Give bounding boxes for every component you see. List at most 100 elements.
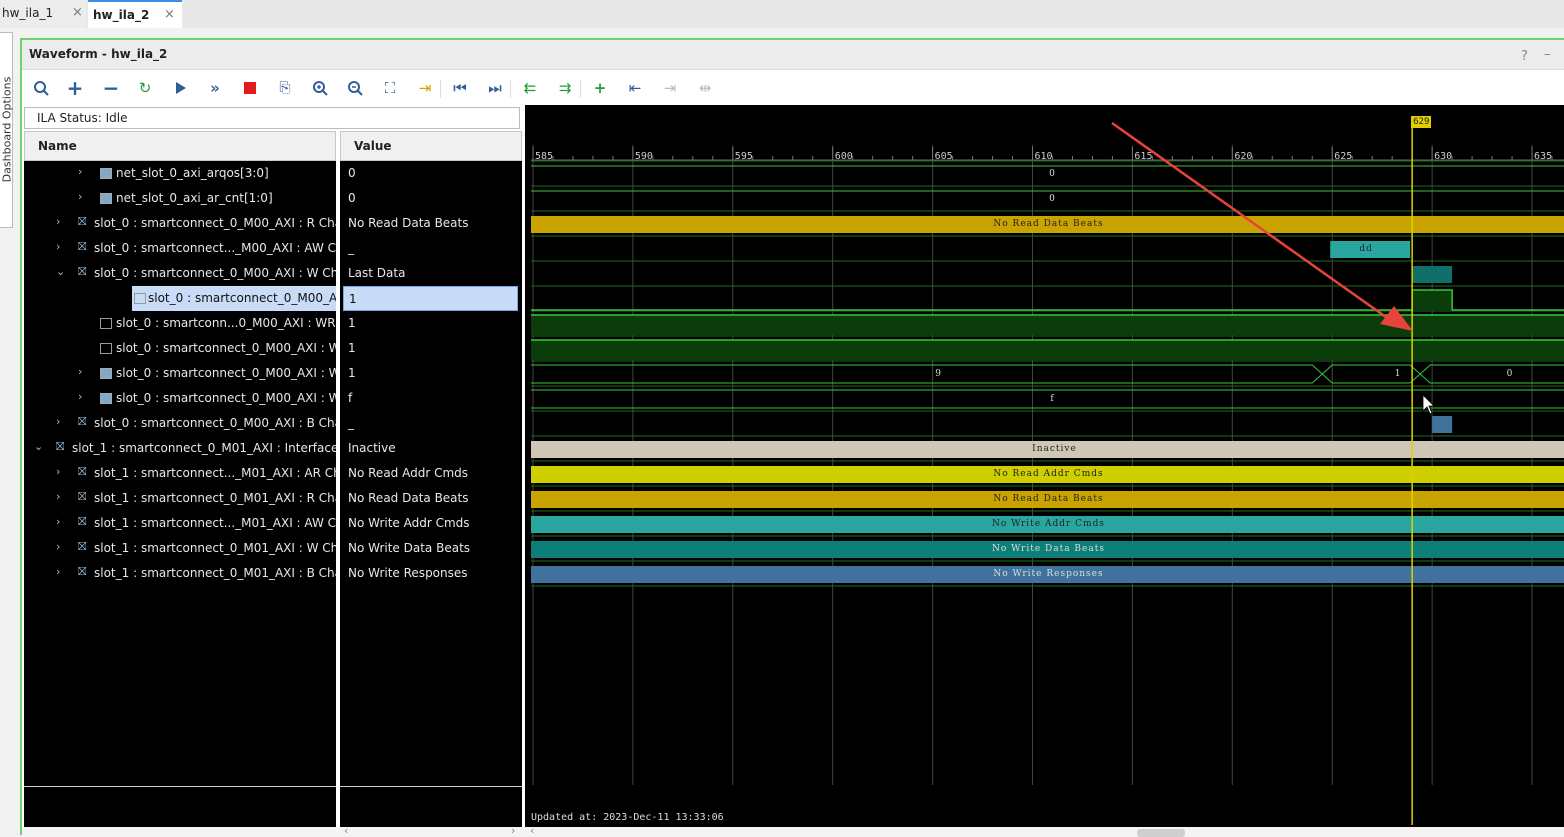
divider bbox=[24, 786, 336, 787]
expand-chevron-icon[interactable]: › bbox=[78, 365, 88, 378]
signal-row[interactable]: ⌄ ⛝ slot_0 : smartconnect_0_M00_AXI : W Ch… bbox=[24, 261, 336, 286]
search-icon[interactable] bbox=[30, 77, 52, 99]
value-row[interactable]: No Write Data Beats bbox=[340, 536, 522, 561]
time-tick-label: 615 bbox=[1134, 151, 1153, 162]
signal-row[interactable]: › ⛝ slot_1 : smartconnect..._M01_AXI : AW … bbox=[24, 511, 336, 536]
signal-row[interactable]: › ⛝ slot_1 : smartconnect_0_M01_AXI : B Ch… bbox=[24, 561, 336, 586]
minimize-icon[interactable]: – bbox=[1544, 47, 1551, 62]
next-transition-icon[interactable]: ⇉ bbox=[554, 77, 576, 99]
dashboard-options-tab[interactable]: Dashboard Options bbox=[0, 32, 14, 228]
wave-value-label: 0 bbox=[1049, 169, 1056, 179]
value-row[interactable]: 1 bbox=[340, 336, 522, 361]
signal-row[interactable]: › ⛝ slot_1 : smartconnect_0_M01_AXI : R Ch… bbox=[24, 486, 336, 511]
value-row[interactable]: 0 bbox=[340, 186, 522, 211]
waveform-canvas[interactable]: 585 590 595 600 605 610 615 620 625 630 635 629 0 0… bbox=[525, 105, 1564, 837]
expand-chevron-icon[interactable]: › bbox=[56, 465, 66, 478]
horizontal-scrollbar[interactable]: ‹ › ‹ bbox=[22, 824, 1564, 837]
signal-row[interactable]: › ⛝ slot_1 : smartconnect..._M01_AXI : AR … bbox=[24, 461, 336, 486]
tab-bar: hw_ila_1 × hw_ila_2 × bbox=[0, 0, 1564, 28]
signal-value: _ bbox=[348, 416, 354, 430]
signal-row[interactable]: › slot_0 : smartconnect_0_M00_AXI : WSTRB bbox=[24, 386, 336, 411]
previous-marker-icon[interactable]: ⇤ bbox=[624, 77, 646, 99]
name-column-header[interactable]: Name bbox=[24, 131, 336, 161]
scroll-left-icon[interactable]: ‹ bbox=[344, 824, 348, 837]
zoom-out-icon[interactable] bbox=[344, 77, 366, 99]
go-to-cursor-icon[interactable]: ⇥ bbox=[414, 77, 436, 99]
add-marker-icon[interactable]: + bbox=[589, 77, 611, 99]
run-immediate-icon[interactable]: » bbox=[204, 77, 226, 99]
value-column-header[interactable]: Value bbox=[340, 131, 522, 161]
wave-value-label: No Read Data Beats bbox=[993, 494, 1104, 504]
wave-value-label: dd bbox=[1359, 244, 1373, 254]
close-icon[interactable]: × bbox=[72, 0, 83, 26]
scroll-left-icon[interactable]: ‹ bbox=[530, 824, 534, 837]
wvalid-trace bbox=[531, 289, 1564, 311]
go-to-start-icon[interactable]: ⏮ bbox=[449, 77, 471, 99]
collapse-chevron-icon[interactable]: ⌄ bbox=[56, 265, 66, 278]
value-row[interactable]: No Write Addr Cmds bbox=[340, 511, 522, 536]
signal-row[interactable]: slot_0 : smartconn...0_M00_AXI : WREADY bbox=[24, 311, 336, 336]
expand-chevron-icon[interactable]: › bbox=[56, 515, 66, 528]
signal-value: 1 bbox=[348, 316, 356, 330]
value-row[interactable]: _ bbox=[340, 236, 522, 261]
expand-chevron-icon[interactable]: › bbox=[56, 490, 66, 503]
tab-hw-ila-1[interactable]: hw_ila_1 × bbox=[0, 0, 86, 28]
collapse-chevron-icon[interactable]: ⌄ bbox=[34, 440, 44, 453]
previous-transition-icon[interactable]: ⇇ bbox=[519, 77, 541, 99]
cursor-time-badge[interactable]: 629 bbox=[1411, 116, 1432, 128]
bus-icon bbox=[100, 368, 112, 379]
stop-icon[interactable] bbox=[239, 77, 261, 99]
add-icon[interactable]: + bbox=[64, 77, 86, 99]
signal-high-fill bbox=[531, 315, 1564, 335]
signal-row[interactable]: › ⛝ slot_1 : smartconnect_0_M01_AXI : W Ch… bbox=[24, 536, 336, 561]
run-icon[interactable] bbox=[169, 77, 191, 99]
wave-value-label: 0 bbox=[1049, 194, 1056, 204]
expand-chevron-icon[interactable]: › bbox=[56, 240, 66, 253]
signal-row[interactable]: slot_0 : smartconnect_0_M00_AXI : WLAST bbox=[24, 336, 336, 361]
expand-chevron-icon[interactable]: › bbox=[78, 165, 88, 178]
expand-chevron-icon[interactable]: › bbox=[56, 415, 66, 428]
tab-hw-ila-2[interactable]: hw_ila_2 × bbox=[88, 0, 182, 28]
zoom-fit-icon[interactable]: ⛶ bbox=[379, 77, 401, 99]
signal-row[interactable]: slot_0 : smartconnect_0_M00_AXI : WVALID bbox=[132, 286, 336, 311]
wave-value-label: No Read Data Beats bbox=[993, 219, 1104, 229]
signal-row[interactable]: › net_slot_0_axi_arqos[3:0] bbox=[24, 161, 336, 186]
scroll-right-icon[interactable]: › bbox=[511, 824, 515, 837]
wave-value-label: No Write Data Beats bbox=[992, 544, 1105, 554]
expand-chevron-icon[interactable]: › bbox=[56, 215, 66, 228]
go-to-end-icon[interactable]: ⏭ bbox=[484, 77, 506, 99]
close-icon[interactable]: × bbox=[164, 2, 175, 28]
wave-value-label: Inactive bbox=[1032, 444, 1077, 454]
signal-row[interactable]: ⌄ ⛝ slot_1 : smartconnect_0_M01_AXI : Inte… bbox=[24, 436, 336, 461]
value-row[interactable]: No Read Data Beats bbox=[340, 486, 522, 511]
expand-chevron-icon[interactable]: › bbox=[56, 565, 66, 578]
value-row[interactable]: 1 bbox=[340, 361, 522, 386]
value-row[interactable]: _ bbox=[340, 411, 522, 436]
refresh-icon[interactable]: ↻ bbox=[134, 77, 156, 99]
expand-chevron-icon[interactable]: › bbox=[56, 540, 66, 553]
value-row[interactable]: 1 bbox=[343, 286, 518, 311]
value-row[interactable]: 0 bbox=[340, 161, 522, 186]
signal-row[interactable]: › ⛝ slot_0 : smartconnect_0_M00_AXI : B Ch… bbox=[24, 411, 336, 436]
zoom-in-icon[interactable] bbox=[309, 77, 331, 99]
value-row[interactable]: No Read Addr Cmds bbox=[340, 461, 522, 486]
signal-row[interactable]: › slot_0 : smartconnect_0_M00_AXI : WDATA bbox=[24, 361, 336, 386]
signal-icon bbox=[134, 293, 146, 304]
signal-row[interactable]: › net_slot_0_axi_ar_cnt[1:0] bbox=[24, 186, 336, 211]
swap-cursors-icon[interactable]: ⇹ bbox=[694, 77, 716, 99]
value-row[interactable]: 1 bbox=[340, 311, 522, 336]
scroll-thumb[interactable] bbox=[1137, 829, 1185, 837]
value-row[interactable]: Last Data bbox=[340, 261, 522, 286]
expand-chevron-icon[interactable]: › bbox=[78, 190, 88, 203]
signal-row[interactable]: › ⛝ slot_0 : smartconnect..._M00_AXI : AW … bbox=[24, 236, 336, 261]
value-row[interactable]: No Read Data Beats bbox=[340, 211, 522, 236]
value-row[interactable]: f bbox=[340, 386, 522, 411]
remove-icon[interactable]: − bbox=[100, 77, 122, 99]
help-icon[interactable]: ? bbox=[1521, 49, 1528, 64]
value-row[interactable]: No Write Responses bbox=[340, 561, 522, 586]
export-icon[interactable]: ⎘ bbox=[274, 77, 296, 99]
signal-row[interactable]: › ⛝ slot_0 : smartconnect_0_M00_AXI : R Ch… bbox=[24, 211, 336, 236]
next-marker-icon[interactable]: ⇥ bbox=[659, 77, 681, 99]
value-row[interactable]: Inactive bbox=[340, 436, 522, 461]
expand-chevron-icon[interactable]: › bbox=[78, 390, 88, 403]
